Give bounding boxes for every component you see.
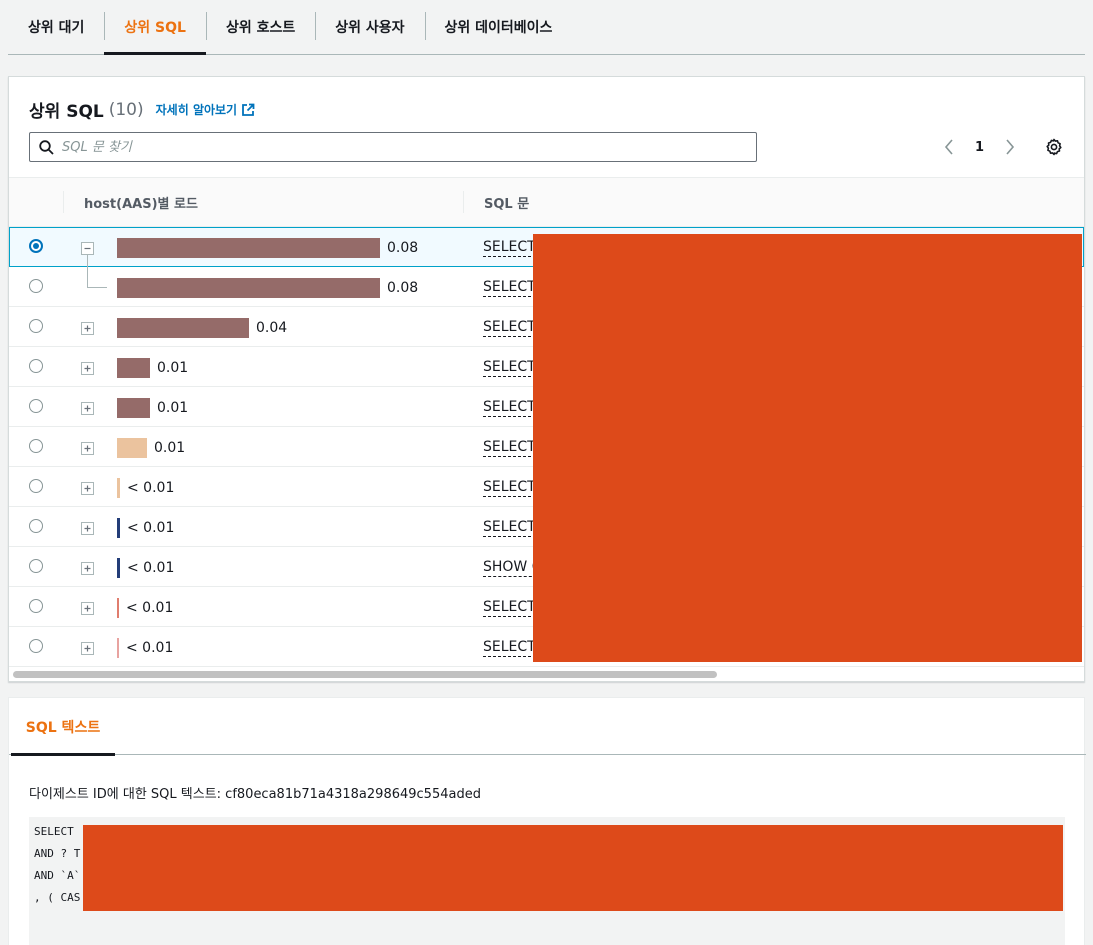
- load-bar: [117, 398, 150, 418]
- tab-0[interactable]: 상위 대기: [8, 0, 104, 54]
- search-icon: [39, 139, 54, 155]
- horizontal-scrollbar[interactable]: [11, 669, 1082, 679]
- column-divider: [63, 191, 64, 213]
- sql-search-input[interactable]: [62, 139, 702, 155]
- row-radio-button[interactable]: [29, 279, 43, 293]
- top-tab-bar: 상위 대기 상위 SQL 상위 호스트 상위 사용자 상위 데이터베이스: [8, 0, 1085, 55]
- sql-statement[interactable]: SELECT: [483, 318, 536, 337]
- expand-icon[interactable]: [81, 560, 94, 575]
- row-radio-button[interactable]: [29, 239, 43, 253]
- expand-icon[interactable]: [81, 640, 94, 655]
- load-value: < 0.01: [126, 600, 174, 616]
- row-radio-button[interactable]: [29, 559, 43, 573]
- row-radio-button[interactable]: [29, 639, 43, 653]
- sql-search-box[interactable]: [29, 132, 757, 162]
- load-bar: [117, 558, 120, 578]
- panel-header: 상위 SQL (10) 자세히 알아보기: [29, 97, 255, 122]
- page-number-button[interactable]: 1: [975, 140, 984, 155]
- sql-statement[interactable]: SELECT: [483, 638, 536, 657]
- top-sql-panel: 상위 SQL (10) 자세히 알아보기 1 host(AAS)별: [8, 76, 1085, 682]
- next-page-button[interactable]: [1000, 134, 1020, 160]
- row-radio-button[interactable]: [29, 319, 43, 333]
- sql-statement[interactable]: SELECT: [483, 358, 536, 377]
- load-value: 0.08: [387, 280, 419, 296]
- load-value: < 0.01: [127, 560, 175, 576]
- load-value: 0.04: [256, 320, 288, 336]
- expand-icon[interactable]: [81, 320, 94, 335]
- expand-icon[interactable]: [81, 400, 94, 415]
- sql-statement[interactable]: SELECT: [483, 518, 536, 537]
- sql-statement[interactable]: SELECT: [483, 238, 536, 257]
- column-divider: [463, 191, 464, 213]
- sql-statement[interactable]: SELECT: [483, 398, 536, 417]
- row-radio-button[interactable]: [29, 479, 43, 493]
- load-bar: [117, 438, 147, 458]
- digest-id-label: 다이제스트 ID에 대한 SQL 텍스트: cf80eca81b71a4318a…: [29, 787, 481, 802]
- expand-icon[interactable]: [81, 440, 94, 455]
- tab-sql-text[interactable]: SQL 텍스트: [11, 698, 115, 756]
- scrollbar-thumb[interactable]: [13, 671, 717, 678]
- load-bar: [117, 238, 380, 258]
- redacted-sql-area: [533, 234, 1082, 662]
- row-radio-button[interactable]: [29, 439, 43, 453]
- column-header-sql[interactable]: SQL 문: [484, 178, 529, 226]
- load-value: 0.08: [387, 240, 419, 256]
- load-value: 0.01: [157, 400, 189, 416]
- load-bar: [117, 598, 119, 618]
- tab-2[interactable]: 상위 호스트: [205, 0, 315, 54]
- tree-connector-line: [87, 255, 107, 288]
- row-radio-button[interactable]: [29, 359, 43, 373]
- panel-title: 상위 SQL: [29, 102, 104, 122]
- chevron-left-icon: [944, 139, 953, 155]
- sql-statement[interactable]: SELECT: [483, 478, 536, 497]
- row-radio-button[interactable]: [29, 599, 43, 613]
- learn-more-label: 자세히 알아보기: [155, 103, 238, 117]
- load-bar: [117, 638, 119, 658]
- redacted-sql-text: [83, 825, 1063, 911]
- expand-icon[interactable]: [81, 520, 94, 535]
- prev-page-button[interactable]: [939, 134, 959, 160]
- collapse-icon[interactable]: [81, 240, 94, 255]
- load-bar: [117, 518, 120, 538]
- pagination: 1: [939, 134, 1020, 160]
- sql-statement[interactable]: SELECT: [483, 438, 536, 457]
- load-bar: [117, 478, 120, 498]
- load-value: 0.01: [157, 360, 189, 376]
- load-value: < 0.01: [126, 640, 174, 656]
- external-link-icon: [242, 103, 255, 116]
- expand-icon[interactable]: [81, 480, 94, 495]
- load-value: 0.01: [154, 440, 186, 456]
- sql-text-panel: SQL 텍스트 다이제스트 ID에 대한 SQL 텍스트: cf80eca81b…: [8, 697, 1086, 945]
- tab-1[interactable]: 상위 SQL: [104, 0, 206, 55]
- expand-icon[interactable]: [81, 600, 94, 615]
- load-bar: [117, 318, 249, 338]
- row-radio-button[interactable]: [29, 399, 43, 413]
- load-value: < 0.01: [127, 520, 175, 536]
- panel-count: (10): [108, 99, 144, 120]
- settings-gear-icon[interactable]: [1044, 137, 1064, 157]
- learn-more-link[interactable]: 자세히 알아보기: [156, 101, 255, 118]
- load-bar: [117, 278, 380, 298]
- sql-text-tab-bar: SQL 텍스트: [9, 698, 1086, 756]
- load-value: < 0.01: [127, 480, 175, 496]
- row-radio-button[interactable]: [29, 519, 43, 533]
- chevron-right-icon: [1006, 139, 1015, 155]
- expand-icon[interactable]: [81, 360, 94, 375]
- column-header-load[interactable]: host(AAS)별 로드: [84, 178, 198, 226]
- tab-3[interactable]: 상위 사용자: [315, 0, 424, 54]
- table-header: host(AAS)별 로드 SQL 문: [9, 177, 1084, 227]
- sql-statement[interactable]: SELECT: [483, 278, 536, 297]
- load-bar: [117, 358, 150, 378]
- sql-statement[interactable]: SELECT: [483, 598, 536, 617]
- tab-4[interactable]: 상위 데이터베이스: [424, 0, 573, 54]
